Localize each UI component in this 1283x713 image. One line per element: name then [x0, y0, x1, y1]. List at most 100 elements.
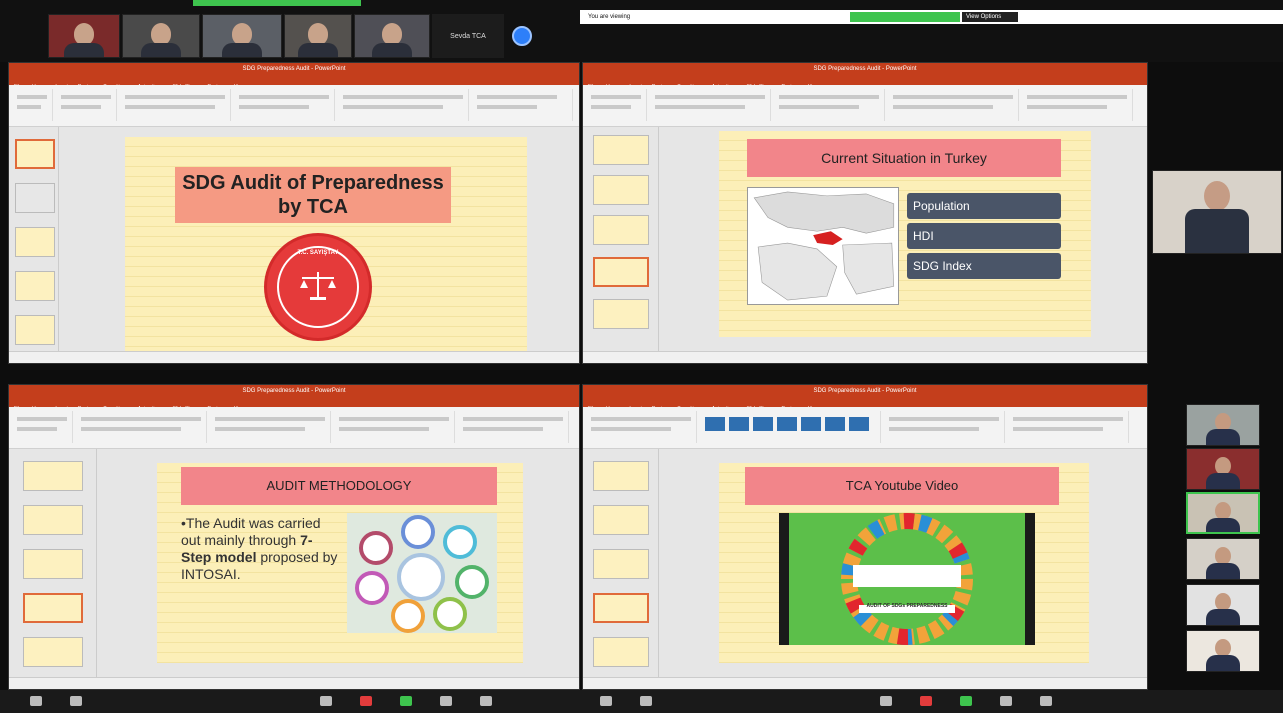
ribbon[interactable]: [583, 407, 1147, 449]
ribbon[interactable]: [9, 85, 579, 127]
participants-icon[interactable]: [320, 696, 332, 706]
status-bar: [9, 351, 579, 363]
slide-thumbnail-pane[interactable]: [583, 127, 659, 351]
slide-thumbnail[interactable]: [15, 183, 55, 213]
participant-video-tile[interactable]: [122, 14, 200, 58]
bullet-point: •The Audit was carried out mainly throug…: [181, 515, 341, 583]
viewing-label: You are viewing: [588, 14, 631, 20]
ribbon-tabs[interactable]: FileHomeInsertDesignTransitionsAnimation…: [9, 75, 579, 90]
status-bar: [9, 677, 579, 689]
participant-video-tile[interactable]: [202, 14, 282, 58]
reactions-icon[interactable]: [480, 696, 492, 706]
slide-title: TCA Youtube Video: [745, 467, 1059, 505]
status-bar: [583, 351, 1147, 363]
youtube-video[interactable]: AUDIT OF SDGs PREPAREDNESS: [779, 513, 1035, 645]
slide-thumbnail-pane[interactable]: [9, 449, 97, 677]
slide-thumbnail[interactable]: [23, 505, 83, 535]
slide-editor[interactable]: SDG Audit of Preparedness by TCA T.C. SA…: [59, 127, 579, 361]
participant-video-tile[interactable]: [284, 14, 352, 58]
window-title: SDG Preparedness Audit - PowerPoint: [9, 385, 579, 397]
slide-thumbnail[interactable]: [593, 175, 649, 205]
slide-editor[interactable]: AUDIT METHODOLOGY •The Audit was carried…: [97, 449, 579, 677]
ppt-window-bottom-right[interactable]: SDG Preparedness Audit - PowerPoint File…: [582, 384, 1148, 690]
slide-canvas[interactable]: Current Situation in Turkey Population H…: [719, 131, 1091, 337]
title-line-1: SDG Audit of Preparedness: [182, 172, 444, 194]
video-icon[interactable]: [70, 696, 82, 706]
slide-thumbnail[interactable]: [593, 505, 649, 535]
slide-thumbnail[interactable]: [23, 593, 83, 623]
slide-canvas[interactable]: AUDIT METHODOLOGY •The Audit was carried…: [157, 463, 523, 663]
step-ring: [355, 571, 389, 605]
step-ring: [455, 565, 489, 599]
slide-thumbnail[interactable]: [15, 139, 55, 169]
record-icon[interactable]: [440, 696, 452, 706]
ppt-window-top-left[interactable]: SDG Preparedness Audit - PowerPoint File…: [8, 62, 580, 364]
participant-video-tile[interactable]: [354, 14, 430, 58]
speaker-name-tile[interactable]: Sevda TCA: [432, 14, 504, 58]
participant-video-tile[interactable]: [1186, 630, 1260, 672]
ribbon[interactable]: [583, 85, 1147, 127]
participant-video-tile-active[interactable]: [1186, 492, 1260, 534]
ribbon-tabs[interactable]: FileHomeInsertDesignTransitionsAnimation…: [583, 397, 1147, 412]
step-ring: [391, 599, 425, 633]
ppt-window-top-right[interactable]: SDG Preparedness Audit - PowerPoint File…: [582, 62, 1148, 364]
step-ring: [433, 597, 467, 631]
participant-video-tile[interactable]: [1186, 448, 1260, 490]
chat-icon[interactable]: [920, 696, 932, 706]
slide-canvas[interactable]: SDG Audit of Preparedness by TCA T.C. SA…: [125, 137, 527, 361]
mute-icon[interactable]: [600, 696, 612, 706]
population-box: Population: [907, 193, 1061, 219]
slide-canvas[interactable]: TCA Youtube Video AUDIT OF SDGs PREPARED…: [719, 463, 1089, 663]
slide-thumbnail[interactable]: [15, 227, 55, 257]
slide-thumbnail-pane[interactable]: [583, 449, 659, 677]
step-ring: [443, 525, 477, 559]
slide-thumbnail[interactable]: [15, 315, 55, 345]
ribbon-tabs[interactable]: FileHomeInsertDesignTransitionsAnimation…: [9, 397, 579, 412]
share-screen-icon[interactable]: [960, 696, 972, 706]
slide-thumbnail[interactable]: [593, 215, 649, 245]
ribbon[interactable]: [9, 407, 579, 449]
video-caption: AUDIT OF SDGs PREPAREDNESS: [866, 603, 948, 609]
slide-thumbnail[interactable]: [593, 257, 649, 287]
sdg-wheel-icon: [841, 513, 973, 645]
slide-thumbnail[interactable]: [593, 299, 649, 329]
window-title: SDG Preparedness Audit - PowerPoint: [9, 63, 579, 75]
share-screen-icon[interactable]: [400, 696, 412, 706]
slide-thumbnail[interactable]: [593, 549, 649, 579]
participant-video-tile[interactable]: [1186, 538, 1260, 580]
sdg-index-box: SDG Index: [907, 253, 1061, 279]
slide-title: Current Situation in Turkey: [747, 139, 1061, 177]
view-options-button[interactable]: View Options: [962, 12, 1018, 22]
slide-thumbnail[interactable]: [593, 461, 649, 491]
reactions-icon[interactable]: [1040, 696, 1052, 706]
participant-video-tile[interactable]: [1186, 404, 1260, 446]
participants-icon[interactable]: [880, 696, 892, 706]
seal-text: T.C. SAYIŞTAY: [297, 250, 339, 256]
slide-thumbnail[interactable]: [23, 637, 83, 667]
video-icon[interactable]: [640, 696, 652, 706]
mute-icon[interactable]: [30, 696, 42, 706]
chat-icon[interactable]: [360, 696, 372, 706]
slide-thumbnail[interactable]: [15, 271, 55, 301]
participant-video-tile[interactable]: [1186, 584, 1260, 626]
zoom-logo-icon: [512, 26, 532, 46]
slide-editor[interactable]: Current Situation in Turkey Population H…: [659, 127, 1147, 351]
slide-thumbnail-pane[interactable]: [9, 127, 59, 351]
slide-thumbnail[interactable]: [23, 461, 83, 491]
slide-thumbnail[interactable]: [23, 549, 83, 579]
step-ring: [401, 515, 435, 549]
tca-seal-logo: T.C. SAYIŞTAY: [264, 233, 372, 341]
slide-thumbnail[interactable]: [593, 637, 649, 667]
active-speaker-video[interactable]: [1152, 170, 1282, 254]
slide-thumbnail[interactable]: [593, 135, 649, 165]
slide-thumbnail[interactable]: [593, 593, 649, 623]
record-icon[interactable]: [1000, 696, 1012, 706]
window-title: SDG Preparedness Audit - PowerPoint: [583, 385, 1147, 397]
hdi-box: HDI: [907, 223, 1061, 249]
slide-title: SDG Audit of Preparedness by TCA: [175, 167, 451, 223]
ribbon-tabs[interactable]: FileHomeInsertDesignTransitionsAnimation…: [583, 75, 1147, 90]
participant-video-tile[interactable]: [48, 14, 120, 58]
slide-editor[interactable]: TCA Youtube Video AUDIT OF SDGs PREPARED…: [659, 449, 1147, 677]
ppt-window-bottom-left[interactable]: SDG Preparedness Audit - PowerPoint File…: [8, 384, 580, 690]
screen-share-banner: [850, 12, 960, 22]
